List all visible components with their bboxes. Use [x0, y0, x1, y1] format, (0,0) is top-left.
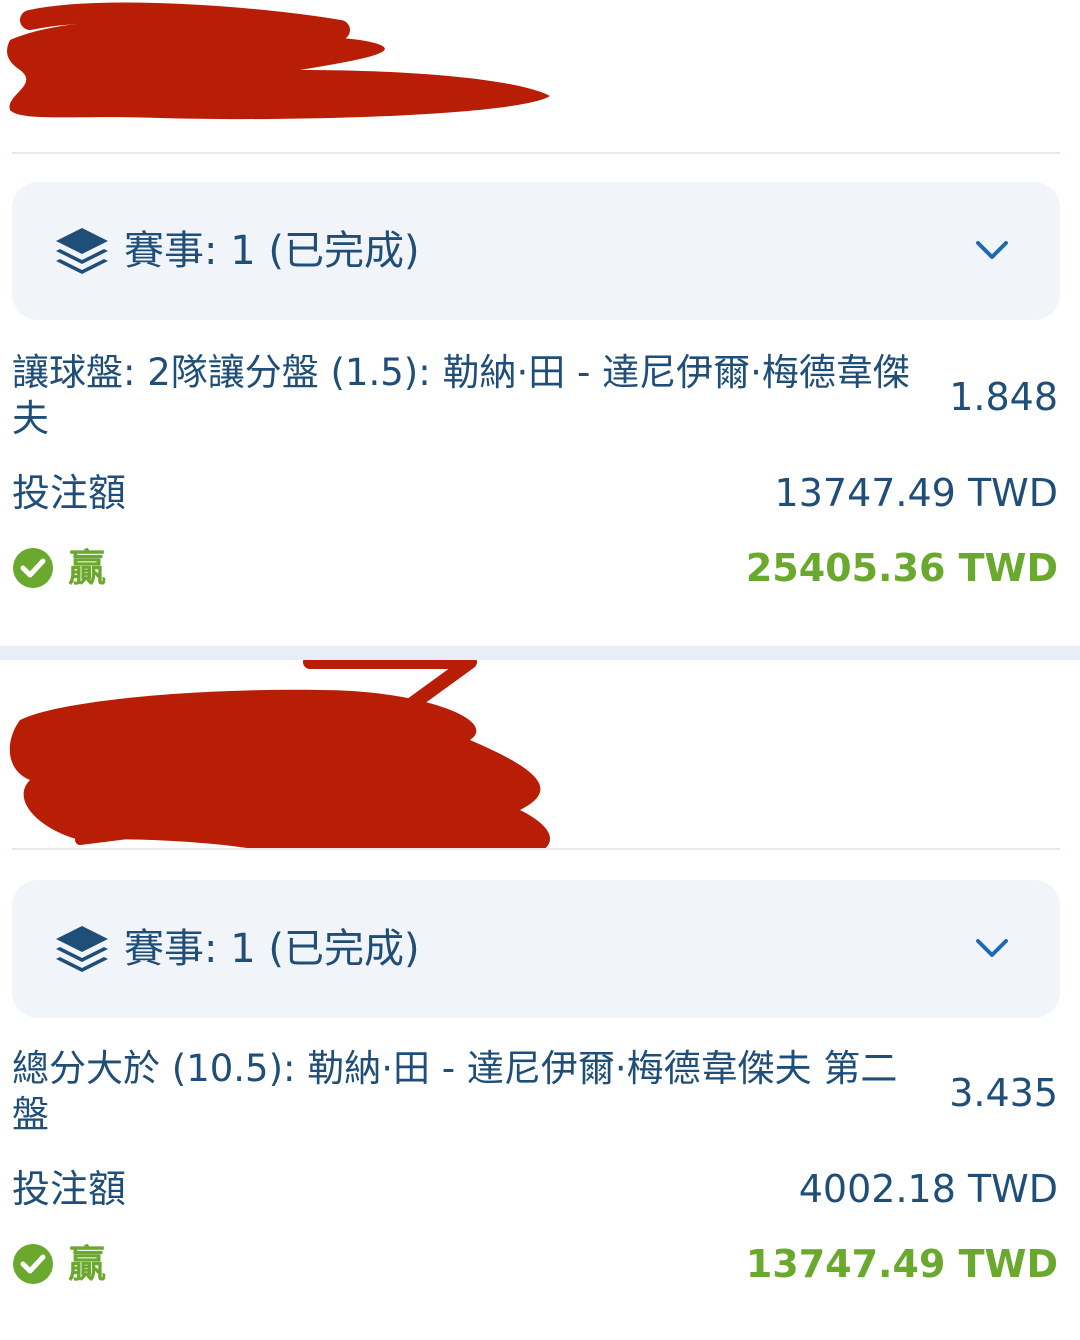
stake-label: 投注額	[12, 471, 127, 515]
bet-odds: 3.435	[949, 1071, 1058, 1115]
chevron-down-icon[interactable]	[974, 237, 1010, 265]
ticket-separator	[0, 646, 1080, 660]
bet-odds: 1.848	[949, 375, 1058, 419]
header-divider	[12, 152, 1060, 154]
event-count-label: 賽事: 1 (已完成)	[124, 926, 420, 972]
bet-selection: 總分大於 (10.5): 勒納·田 - 達尼伊爾·梅德韋傑夫 第二盤	[12, 1047, 898, 1136]
result-label: 贏	[68, 1242, 107, 1286]
bet-ticket-1: 賽事: 1 (已完成) 讓球盤: 2隊讓分盤 (1.5): 勒納·田 - 達尼伊…	[0, 0, 1080, 646]
event-summary-toggle[interactable]: 賽事: 1 (已完成)	[12, 182, 1060, 320]
stake-label: 投注額	[12, 1167, 127, 1211]
layers-icon	[56, 926, 108, 972]
layers-icon	[56, 228, 108, 274]
result-row: 贏 13747.49 TWD	[12, 1240, 1058, 1288]
payout-amount: 13747.49 TWD	[745, 1242, 1058, 1286]
stake-value: 13747.49 TWD	[774, 471, 1058, 515]
payout-amount: 25405.36 TWD	[745, 546, 1058, 590]
redaction-scribble	[9, 660, 550, 848]
header-divider	[12, 848, 1060, 850]
redaction-scribble	[7, 2, 550, 120]
ticket-header-redacted	[0, 0, 1080, 152]
chevron-down-icon[interactable]	[974, 935, 1010, 963]
event-summary-toggle[interactable]: 賽事: 1 (已完成)	[12, 880, 1060, 1018]
bet-ticket-2: 賽事: 1 (已完成) 總分大於 (10.5): 勒納·田 - 達尼伊爾·梅德韋…	[0, 660, 1080, 1340]
stake-value: 4002.18 TWD	[798, 1167, 1058, 1211]
result-row: 贏 25405.36 TWD	[12, 544, 1058, 592]
result-label: 贏	[68, 546, 107, 590]
check-circle-icon	[13, 1244, 53, 1284]
bet-selection: 讓球盤: 2隊讓分盤 (1.5): 勒納·田 - 達尼伊爾·梅德韋傑夫	[12, 351, 910, 440]
ticket-header-redacted	[0, 660, 1080, 848]
check-circle-icon	[13, 548, 53, 588]
event-count-label: 賽事: 1 (已完成)	[124, 228, 420, 274]
